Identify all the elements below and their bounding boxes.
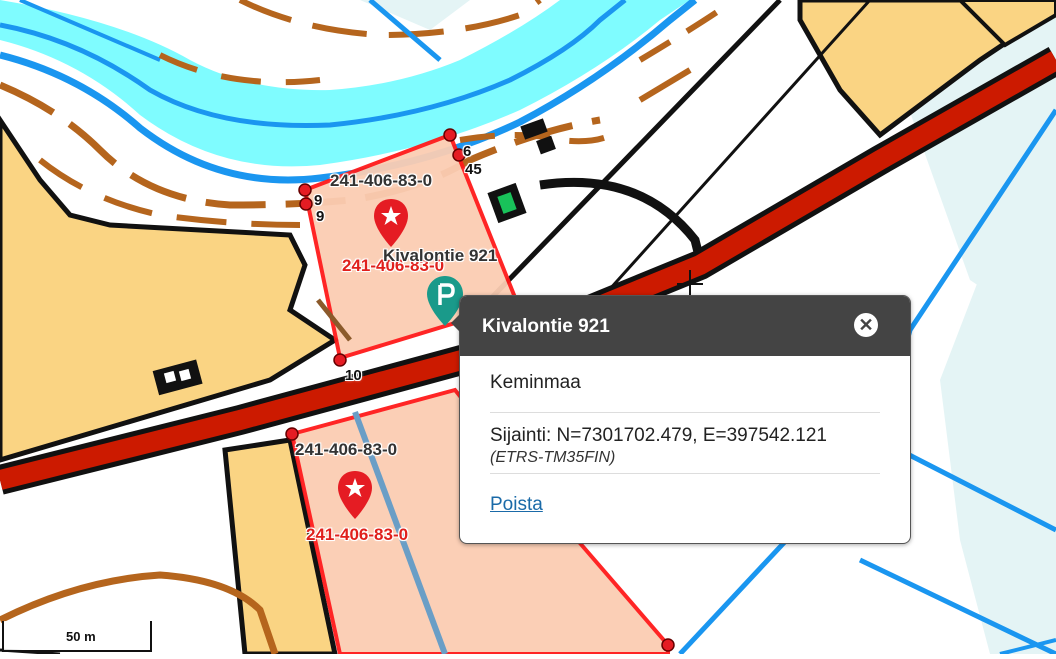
parcel-marker-icon[interactable] [373, 198, 409, 248]
point-number: 9 [316, 208, 325, 225]
parcel-label: 241-406-83-0 [295, 440, 398, 459]
scale-bar: 50 m [2, 621, 152, 652]
point-number: 6 [463, 143, 472, 160]
location-text: Sijainti: N=7301702.479, E=397542.121 [490, 425, 827, 446]
popup-pointer [451, 314, 460, 332]
parcel-label: 241-406-83-0 [306, 525, 409, 544]
point-number: 10 [345, 367, 362, 384]
close-icon[interactable]: ✕ [854, 313, 878, 337]
info-popup: Kivalontie 921 ✕ Keminmaa Sijainti: N=73… [451, 295, 911, 544]
location-section: Sijainti: N=7301702.479, E=397542.121 (E… [490, 413, 880, 474]
address-label: Kivalontie 921 [383, 246, 498, 265]
popup-header: Kivalontie 921 ✕ [460, 296, 910, 356]
crs-text: (ETRS-TM35FIN) [490, 449, 616, 466]
scale-label: 50 m [66, 629, 96, 644]
parcel-label: 241-406-83-0 [330, 171, 433, 190]
popup-title: Kivalontie 921 [482, 316, 610, 337]
municipality-text: Keminmaa [490, 356, 880, 413]
point-number: 45 [465, 161, 482, 178]
parcel-marker-icon[interactable] [337, 470, 373, 520]
remove-link[interactable]: Poista [490, 494, 543, 516]
popup-body: Keminmaa Sijainti: N=7301702.479, E=3975… [460, 356, 910, 516]
point-number: 9 [314, 192, 323, 209]
